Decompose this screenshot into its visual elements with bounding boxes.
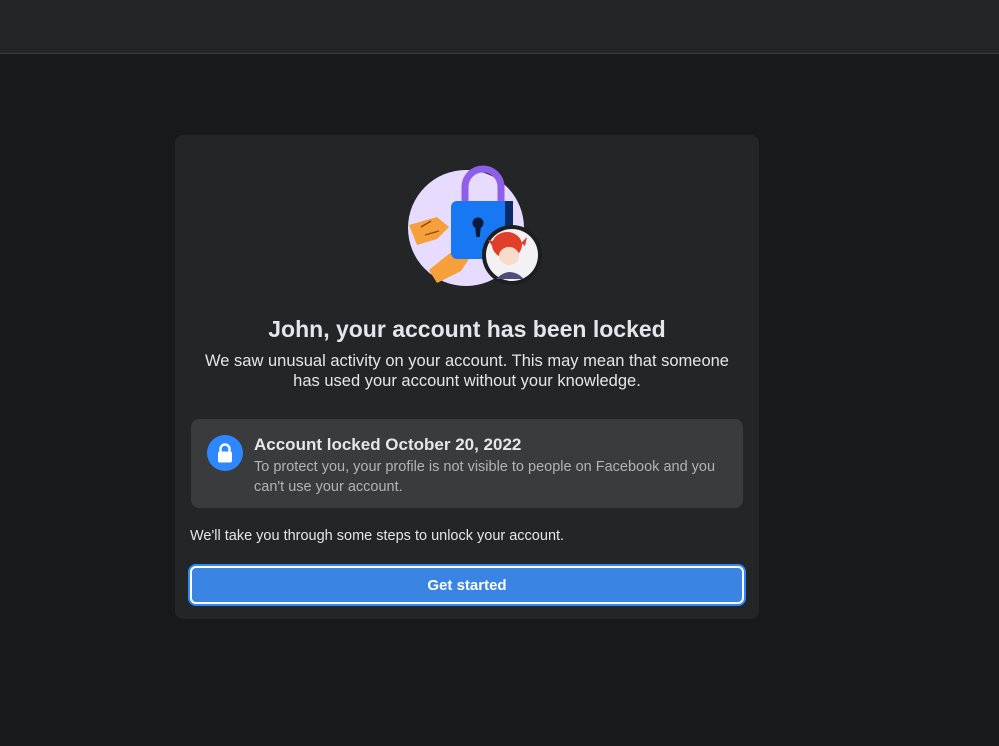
page-title: John, your account has been locked — [268, 316, 666, 342]
get-started-button[interactable]: Get started — [190, 566, 744, 604]
lock-badge — [207, 435, 243, 471]
lock-notice-title: Account locked October 20, 2022 — [254, 435, 522, 454]
lock-icon — [218, 443, 232, 463]
page-subtitle: We saw unusual activity on your account.… — [205, 352, 729, 390]
unlock-steps-text: We'll take you through some steps to unl… — [190, 528, 565, 544]
account-locked-card: John, your account has been locked We sa… — [175, 135, 759, 619]
top-navigation-bar — [0, 0, 999, 54]
account-locked-notice: Account locked October 20, 2022 To prote… — [191, 419, 743, 508]
locked-account-illustration — [408, 165, 542, 286]
profile-avatar — [482, 225, 542, 285]
lock-notice-description: To protect you, your profile is not visi… — [254, 459, 716, 495]
